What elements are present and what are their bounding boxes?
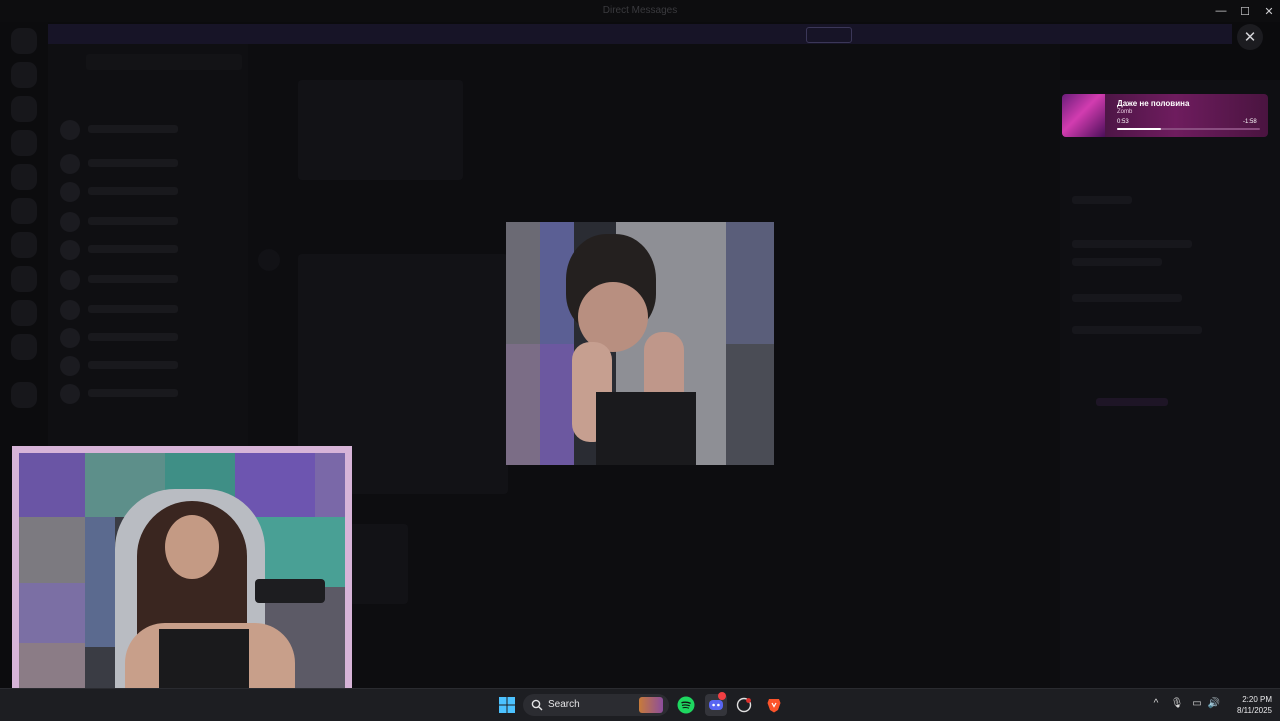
dm-item [60, 240, 240, 260]
right-panel-line [1072, 294, 1182, 302]
dm-item [60, 212, 240, 232]
taskbar-clock[interactable]: 2:20 PM 8/11/2025 [1226, 694, 1272, 716]
search-icon [531, 698, 543, 716]
search-label: Search [548, 699, 580, 710]
dm-item [60, 384, 240, 404]
window-titlebar: Direct Messages — ☐ ✕ [0, 0, 1280, 22]
minimize-button[interactable]: — [1208, 0, 1234, 22]
dm-item [60, 356, 240, 376]
close-media-viewer-button[interactable]: ✕ [1237, 24, 1263, 50]
dm-item [60, 328, 240, 348]
dm-item [60, 270, 240, 290]
app-icon[interactable] [734, 695, 754, 715]
server-icon [11, 382, 37, 408]
server-icon [11, 96, 37, 122]
dm-item [60, 120, 240, 140]
microphone-icon[interactable]: 🎙 [1170, 698, 1184, 712]
volume-icon[interactable]: 🔊 [1207, 698, 1221, 712]
server-icon [11, 334, 37, 360]
clock-time: 2:20 PM [1242, 695, 1272, 704]
search-highlight-icon [639, 697, 663, 713]
server-icon [11, 300, 37, 326]
brave-icon[interactable] [764, 695, 784, 715]
network-icon[interactable]: ▭ [1190, 698, 1204, 712]
windows-start-icon[interactable] [497, 695, 517, 715]
elapsed-time: 0:53 [1117, 119, 1129, 125]
notification-badge-icon [718, 692, 726, 700]
taskbar-search-box[interactable]: Search [523, 694, 669, 716]
server-icon [11, 266, 37, 292]
dm-item [60, 300, 240, 320]
right-panel-line [1072, 258, 1162, 266]
right-panel-line [1072, 240, 1192, 248]
server-icon [11, 62, 37, 88]
discord-icon[interactable] [705, 692, 727, 716]
right-panel-line [1072, 326, 1202, 334]
server-icon [11, 198, 37, 224]
maximize-button[interactable]: ☐ [1232, 0, 1258, 22]
spotify-icon[interactable] [676, 695, 696, 715]
window-title: Direct Messages [602, 5, 678, 16]
dm-item [60, 154, 240, 174]
right-panel [1060, 80, 1280, 688]
dm-item [60, 182, 240, 202]
server-icon [11, 164, 37, 190]
clock-date: 8/11/2025 [1237, 706, 1272, 715]
server-icon [11, 130, 37, 156]
media-viewer-image [506, 222, 774, 465]
webcam-overlay [12, 446, 352, 704]
progress-fill [1117, 128, 1162, 130]
song-artist: Zomb [1117, 109, 1133, 115]
server-icon [11, 28, 37, 54]
album-art [1062, 94, 1105, 137]
server-icon [11, 232, 37, 258]
webcam-feed [19, 453, 345, 697]
right-panel-line [1096, 398, 1168, 406]
banner-button [806, 27, 852, 43]
show-hidden-icons-icon[interactable]: ^ [1149, 698, 1163, 712]
windows-taskbar: Search ^ 🎙 ▭ 🔊 2:20 PM 8/11/2025 [0, 688, 1280, 721]
remaining-time: -1:58 [1243, 119, 1257, 125]
dimmed-search-box [86, 54, 242, 70]
song-title: Даже не половина [1117, 99, 1190, 108]
right-panel-line [1072, 196, 1132, 204]
now-playing-widget[interactable]: Даже не половина Zomb 0:53 -1:58 [1062, 94, 1268, 137]
window-close-button[interactable]: ✕ [1256, 0, 1280, 22]
progress-bar[interactable] [1117, 128, 1260, 130]
dimmed-banner [48, 24, 1232, 44]
